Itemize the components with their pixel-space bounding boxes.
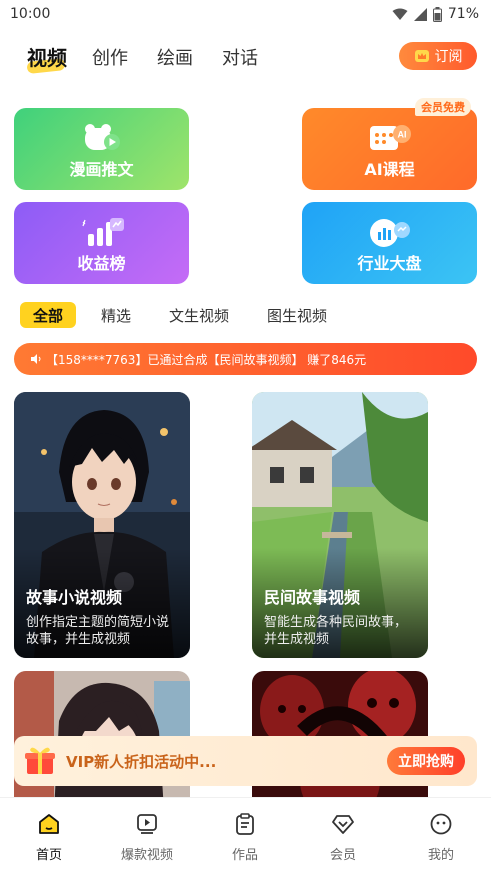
- vip-banner-text: VIP新人折扣活动中...: [66, 752, 217, 771]
- feature-label: 行业大盘: [357, 254, 422, 273]
- feature-label: AI课程: [364, 160, 415, 179]
- feature-ai-course[interactable]: AI AI课程: [302, 108, 477, 190]
- svg-text:AI: AI: [397, 130, 406, 140]
- bottom-nav: 首页 爆款视频 作品 会员 我的: [0, 797, 491, 873]
- video-title: 民间故事视频: [264, 588, 361, 607]
- nav-works[interactable]: 作品: [200, 812, 290, 863]
- gift-icon: [25, 747, 55, 774]
- signal-icon: [413, 7, 427, 21]
- nav-membership[interactable]: 会员: [298, 812, 388, 863]
- filter-all[interactable]: 全部: [20, 302, 76, 328]
- subscribe-button[interactable]: 订阅: [399, 42, 477, 70]
- filter-text-to-video[interactable]: 文生视频: [162, 302, 236, 328]
- video-play-icon: [137, 814, 157, 834]
- status-icons: 71%: [392, 6, 479, 22]
- video-desc: 智能生成各种民间故事，并生成视频: [264, 615, 408, 647]
- clipboard-icon: [236, 813, 254, 835]
- subscribe-label: 订阅: [434, 49, 463, 65]
- filter-featured[interactable]: 精选: [92, 302, 140, 328]
- member-free-badge: 会员免费: [415, 98, 471, 116]
- speaker-icon: [31, 354, 41, 364]
- earnings-ticker[interactable]: 【158****7763】已通过合成【民间故事视频】 赚了846元: [14, 343, 477, 375]
- bear-play-icon: [84, 124, 120, 150]
- wifi-icon: [392, 8, 408, 20]
- home-icon: [39, 814, 59, 834]
- feature-earnings-ranking[interactable]: 收益榜: [14, 202, 189, 284]
- battery-icon: [432, 6, 442, 22]
- nav-hot-videos[interactable]: 爆款视频: [102, 812, 192, 863]
- video-title: 故事小说视频: [26, 588, 123, 607]
- feature-comic-narration[interactable]: 漫画推文: [14, 108, 189, 190]
- market-chart-icon: [369, 219, 410, 247]
- feature-industry-market[interactable]: 行业大盘: [302, 202, 477, 284]
- filter-chips: 全部 精选 文生视频 图生视频: [0, 302, 491, 330]
- nav-label: 我的: [427, 848, 454, 863]
- bar-chart-icon: [81, 218, 124, 246]
- filter-image-to-video[interactable]: 图生视频: [260, 302, 334, 328]
- video-card-folk-tale[interactable]: 民间故事视频 智能生成各种民间故事，并生成视频: [252, 392, 428, 658]
- video-card-story-novel[interactable]: 故事小说视频 创作指定主题的简短小说故事，并生成视频: [14, 392, 190, 658]
- smile-icon: [430, 813, 452, 835]
- tab-video[interactable]: 视频: [27, 42, 67, 71]
- nav-label: 会员: [329, 848, 356, 863]
- nav-label: 作品: [231, 848, 258, 863]
- status-bar: 10:00 71%: [0, 0, 491, 28]
- nav-label: 爆款视频: [120, 848, 173, 863]
- tab-chat[interactable]: 对话: [222, 44, 258, 70]
- nav-label: 首页: [35, 848, 62, 863]
- feature-label: 漫画推文: [69, 160, 134, 179]
- crown-icon: [414, 50, 429, 62]
- battery-percent: 71%: [447, 6, 479, 22]
- diamond-icon: [332, 815, 354, 834]
- status-time: 10:00: [10, 6, 51, 22]
- tab-create[interactable]: 创作: [92, 44, 128, 70]
- video-desc: 创作指定主题的简短小说故事，并生成视频: [26, 615, 170, 647]
- buy-now-button[interactable]: 立即抢购: [387, 747, 465, 775]
- ai-calendar-icon: AI: [369, 125, 411, 150]
- vip-discount-banner[interactable]: VIP新人折扣活动中... 立即抢购: [14, 736, 477, 786]
- feature-label: 收益榜: [77, 254, 126, 273]
- tab-draw[interactable]: 绘画: [157, 44, 193, 70]
- ticker-text: 【158****7763】已通过合成【民间故事视频】 赚了846元: [46, 352, 367, 367]
- nav-mine[interactable]: 我的: [396, 812, 486, 863]
- nav-home[interactable]: 首页: [4, 812, 94, 863]
